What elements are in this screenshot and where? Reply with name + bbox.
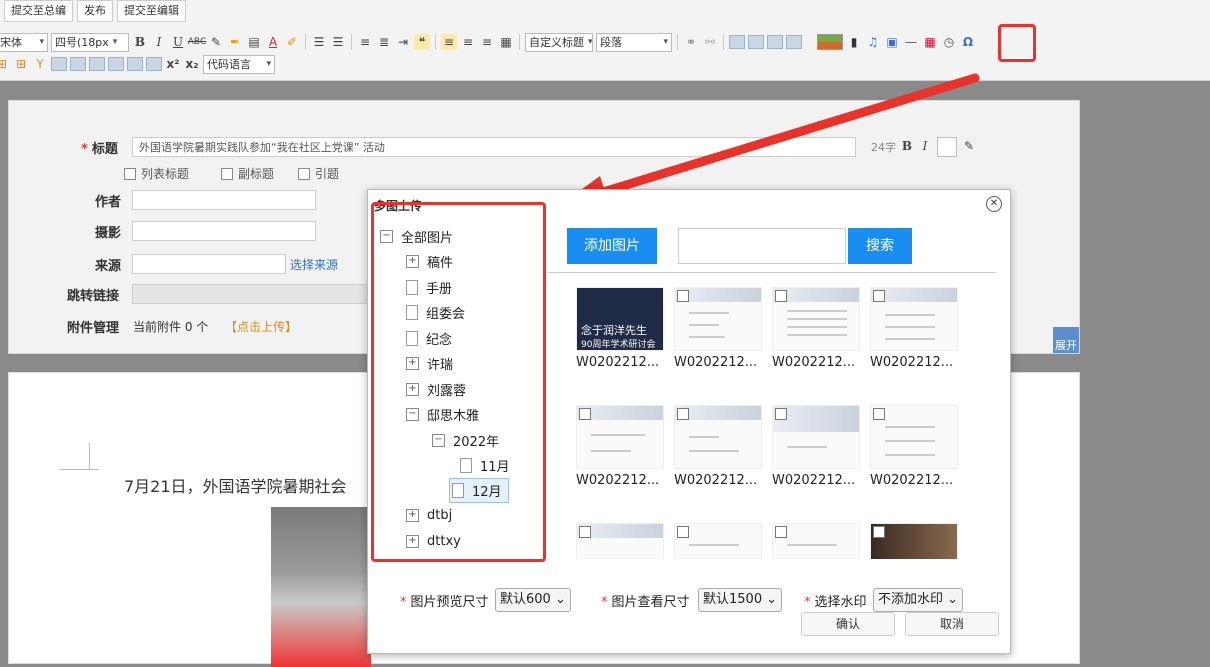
watermark-select[interactable]: 不添加水印 ⌄ xyxy=(873,588,964,612)
thumbnail-image xyxy=(674,287,762,351)
thumbnail-checkbox[interactable] xyxy=(579,408,591,420)
thumbnail-checkbox[interactable] xyxy=(677,526,689,538)
watermark-value: 不添加水印 xyxy=(878,592,944,607)
thumbnail-caption: W0202212... xyxy=(870,355,954,370)
cancel-button[interactable]: 取消 xyxy=(905,612,999,636)
thumbnail-image xyxy=(772,405,860,469)
thumbnail-caption: W0202212... xyxy=(576,473,660,488)
thumbnail-image xyxy=(870,405,958,469)
thumbnail-checkbox[interactable] xyxy=(579,526,591,538)
add-image-button[interactable]: 添加图片 xyxy=(567,228,657,264)
preview-size-label-text: 图片预览尺寸 xyxy=(410,595,489,610)
image-thumbnail[interactable] xyxy=(870,523,958,559)
image-thumbnail[interactable]: W0202212... xyxy=(870,287,958,372)
thumb-line xyxy=(885,326,935,328)
thumbnail-image xyxy=(772,523,860,559)
thumbnail-overlay-subtext: 90周年学术研讨会 xyxy=(581,340,656,350)
image-thumbnail[interactable] xyxy=(772,523,860,559)
image-thumbnail[interactable]: W0202212... xyxy=(870,405,958,490)
image-thumbnail[interactable]: W0202212... xyxy=(576,405,664,490)
close-icon[interactable]: ✕ xyxy=(986,196,1002,212)
thumbnail-checkbox[interactable] xyxy=(775,408,787,420)
tree-highlight-box xyxy=(371,202,546,562)
thumbnail-caption: W0202212... xyxy=(674,473,758,488)
thumb-line xyxy=(689,336,725,338)
required-mark: * xyxy=(804,595,811,610)
upload-options: * 图片预览尺寸 默认600 ⌄ * 图片查看尺寸 默认1500 ⌄ * 选择水印 不… xyxy=(368,588,1010,612)
thumb-line xyxy=(787,326,847,328)
thumb-line xyxy=(885,440,935,442)
image-thumbnail[interactable]: W0202212... xyxy=(772,287,860,372)
thumb-line xyxy=(787,310,847,312)
thumb-line xyxy=(689,436,719,438)
thumbnail-caption: W0202212... xyxy=(870,473,954,488)
thumbnail-image: 念于润洋先生 90周年学术研讨会 xyxy=(576,287,664,351)
thumbnail-checkbox[interactable] xyxy=(873,290,885,302)
thumb-line xyxy=(787,446,827,448)
chevron-down-icon: ⌄ xyxy=(947,592,959,607)
search-button[interactable]: 搜索 xyxy=(848,228,912,264)
required-mark: * xyxy=(400,595,407,610)
thumbnail-checkbox[interactable] xyxy=(775,526,787,538)
thumbnail-checkbox[interactable] xyxy=(873,408,885,420)
thumb-line xyxy=(787,334,847,336)
thumbnail-image xyxy=(674,405,762,469)
thumbnail-checkbox[interactable] xyxy=(677,408,689,420)
view-size-value: 默认1500 xyxy=(703,592,763,607)
thumbnail-image xyxy=(870,523,958,559)
view-size-label-text: 图片查看尺寸 xyxy=(611,595,690,610)
thumbnail-image xyxy=(870,287,958,351)
preview-size-label: * 图片预览尺寸 xyxy=(400,591,489,610)
thumbnail-image xyxy=(576,405,664,469)
chevron-down-icon: ⌄ xyxy=(554,592,566,607)
image-thumbnail[interactable] xyxy=(576,523,664,559)
thumb-line xyxy=(885,426,935,428)
thumbnail-image xyxy=(772,287,860,351)
thumb-line xyxy=(787,318,847,320)
thumb-line xyxy=(591,450,631,452)
view-size-select[interactable]: 默认1500 ⌄ xyxy=(698,588,783,612)
thumbnail-caption: W0202212... xyxy=(772,355,856,370)
thumb-line xyxy=(689,324,719,326)
thumb-line xyxy=(689,544,739,546)
thumbnail-caption: W0202212... xyxy=(772,473,856,488)
thumb-line xyxy=(591,434,645,436)
thumbnail-checkbox[interactable] xyxy=(677,290,689,302)
multi-image-upload-dialog: 多图上传 ✕ − 全部图片 + 稿件 手册 组委会 纪念 + 许瑞 + 刘露蓉 − 邸思木… xyxy=(367,189,1011,654)
thumb-line xyxy=(689,312,729,314)
thumbnail-image xyxy=(576,523,664,559)
thumb-line xyxy=(689,450,739,452)
chevron-down-icon: ⌄ xyxy=(766,592,778,607)
image-thumbnail[interactable]: W0202212... xyxy=(772,405,860,490)
thumb-line xyxy=(885,454,935,456)
thumbnail-caption: W0202212... xyxy=(674,355,758,370)
thumbnail-checkbox[interactable] xyxy=(873,526,885,538)
image-thumbnail[interactable]: W0202212... xyxy=(674,287,762,372)
thumb-line xyxy=(787,544,837,546)
thumb-line xyxy=(885,338,935,340)
required-mark: * xyxy=(601,595,608,610)
image-thumbnail[interactable] xyxy=(674,523,762,559)
thumbnail-image xyxy=(674,523,762,559)
search-input[interactable] xyxy=(678,228,846,264)
view-size-label: * 图片查看尺寸 xyxy=(601,591,690,610)
divider xyxy=(548,272,996,273)
thumbnail-caption: W0202212... xyxy=(576,355,660,370)
image-thumbnail[interactable]: W0202212... xyxy=(674,405,762,490)
thumb-line xyxy=(885,314,935,316)
preview-size-select[interactable]: 默认600 ⌄ xyxy=(495,588,571,612)
thumbnail-checkbox[interactable] xyxy=(775,290,787,302)
thumbnail-overlay-text: 念于润洋先生 xyxy=(581,324,647,337)
preview-size-value: 默认600 xyxy=(500,592,551,607)
watermark-label: * 选择水印 xyxy=(804,591,867,610)
confirm-button[interactable]: 确认 xyxy=(801,612,895,636)
watermark-label-text: 选择水印 xyxy=(814,595,867,610)
image-thumbnail[interactable]: 念于润洋先生 90周年学术研讨会 W0202212... xyxy=(576,287,664,372)
